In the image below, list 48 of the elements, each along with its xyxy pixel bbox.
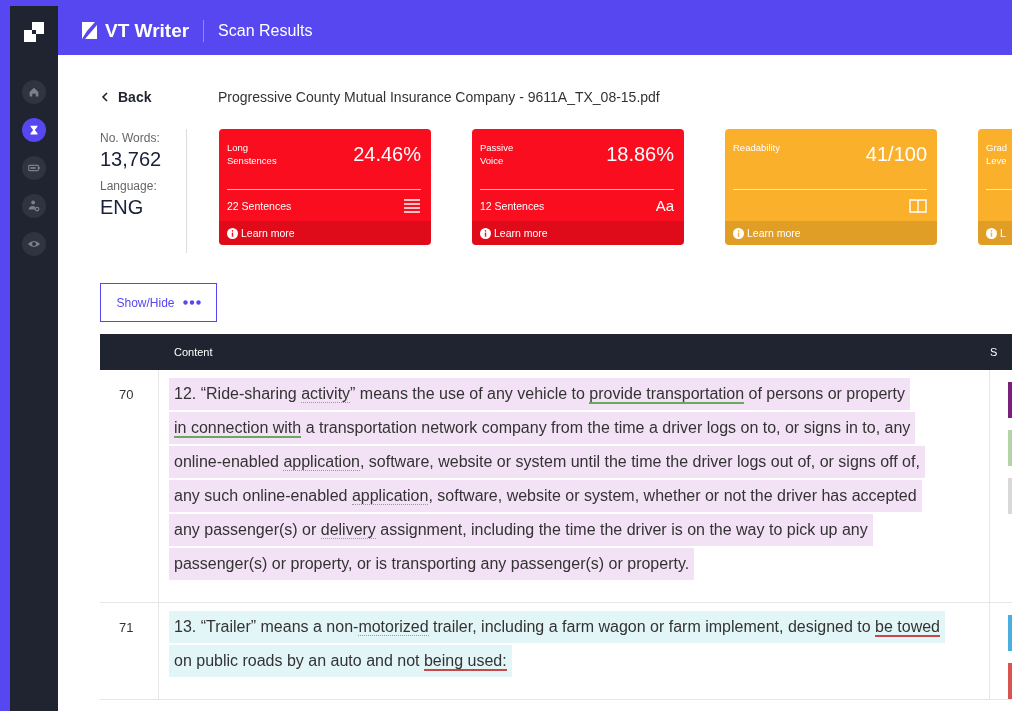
home-nav-icon[interactable] — [22, 80, 46, 104]
info-icon — [986, 227, 997, 239]
lines-icon — [403, 197, 421, 214]
learn-more-link[interactable]: Learn more — [241, 227, 295, 239]
highlighted-text: in connection with a transportation network company from the time a driver logs on to, or signs in to, any — [169, 412, 916, 444]
back-link[interactable]: Back — [100, 89, 218, 105]
highlighted-text: 12. “Ride-sharing activity” means the use of any vehicle to provide transportation of persons or property — [169, 378, 911, 410]
highlighted-text: 13. “Trailer” means a non-motorized trailer, including a farm wagon or farm implement, designed to be towed — [169, 611, 945, 643]
stat-value: ENG — [100, 196, 145, 219]
info-icon — [480, 227, 491, 239]
card-title: Long Senstences — [227, 141, 277, 167]
battery-nav-icon[interactable] — [22, 156, 46, 180]
book-icon — [909, 197, 927, 214]
hourglass-nav-icon[interactable] — [22, 118, 46, 142]
user-gear-nav-icon[interactable] — [22, 194, 46, 218]
column-header: Content — [173, 346, 214, 358]
info-icon — [733, 227, 744, 239]
learn-more-link[interactable]: Learn more — [494, 227, 548, 239]
highlighted-text: any passenger(s) or delivery assignment, including the time the driver is on the way to pick up any — [169, 514, 873, 546]
card-title: Grad Leve — [986, 141, 1008, 167]
document-name: Progressive County Mutual Insurance Company - 9611A_TX_08-15.pdf — [218, 89, 660, 105]
row-number: 71 — [118, 619, 135, 637]
info-icon — [227, 227, 238, 239]
highlighted-text: any such online-enabled application, software, website or system, whether or not the driver has accepted — [169, 480, 922, 512]
card-value: 18.86% — [606, 143, 674, 166]
column-header: S — [990, 346, 998, 358]
font-icon: Aa — [655, 197, 674, 214]
card-detail: 22 Sentences — [227, 199, 292, 212]
eye-nav-icon[interactable] — [22, 232, 46, 256]
highlighted-text: on public roads by an auto and not being used: — [169, 645, 512, 677]
brand-name: VT Writer — [105, 19, 190, 42]
highlighted-text: passenger(s) or property, or is transporting any passenger(s) or property. — [169, 548, 695, 580]
logo-icon — [24, 22, 44, 42]
card-value: 24.46% — [353, 143, 421, 166]
page-title: Scan Results — [217, 21, 313, 40]
card-detail: 12 Sentences — [480, 199, 545, 212]
card-title: Passive Voice — [480, 141, 514, 167]
stat-label: No. Words: — [100, 131, 161, 145]
row-number: 70 — [118, 386, 135, 404]
more-icon — [182, 300, 201, 305]
brand-logo-icon — [82, 22, 99, 39]
show-hide-button[interactable]: Show/Hide — [100, 283, 217, 322]
highlighted-text: online-enabled application, software, website or system until the time the driver logs out of, or signs off of, — [169, 446, 925, 478]
chevron-left-icon — [100, 92, 110, 102]
card-value: 41/100 — [865, 143, 927, 166]
card-title: Readability — [733, 141, 780, 154]
stat-label: Language: — [100, 179, 158, 193]
stat-value: 13,762 — [100, 148, 163, 171]
